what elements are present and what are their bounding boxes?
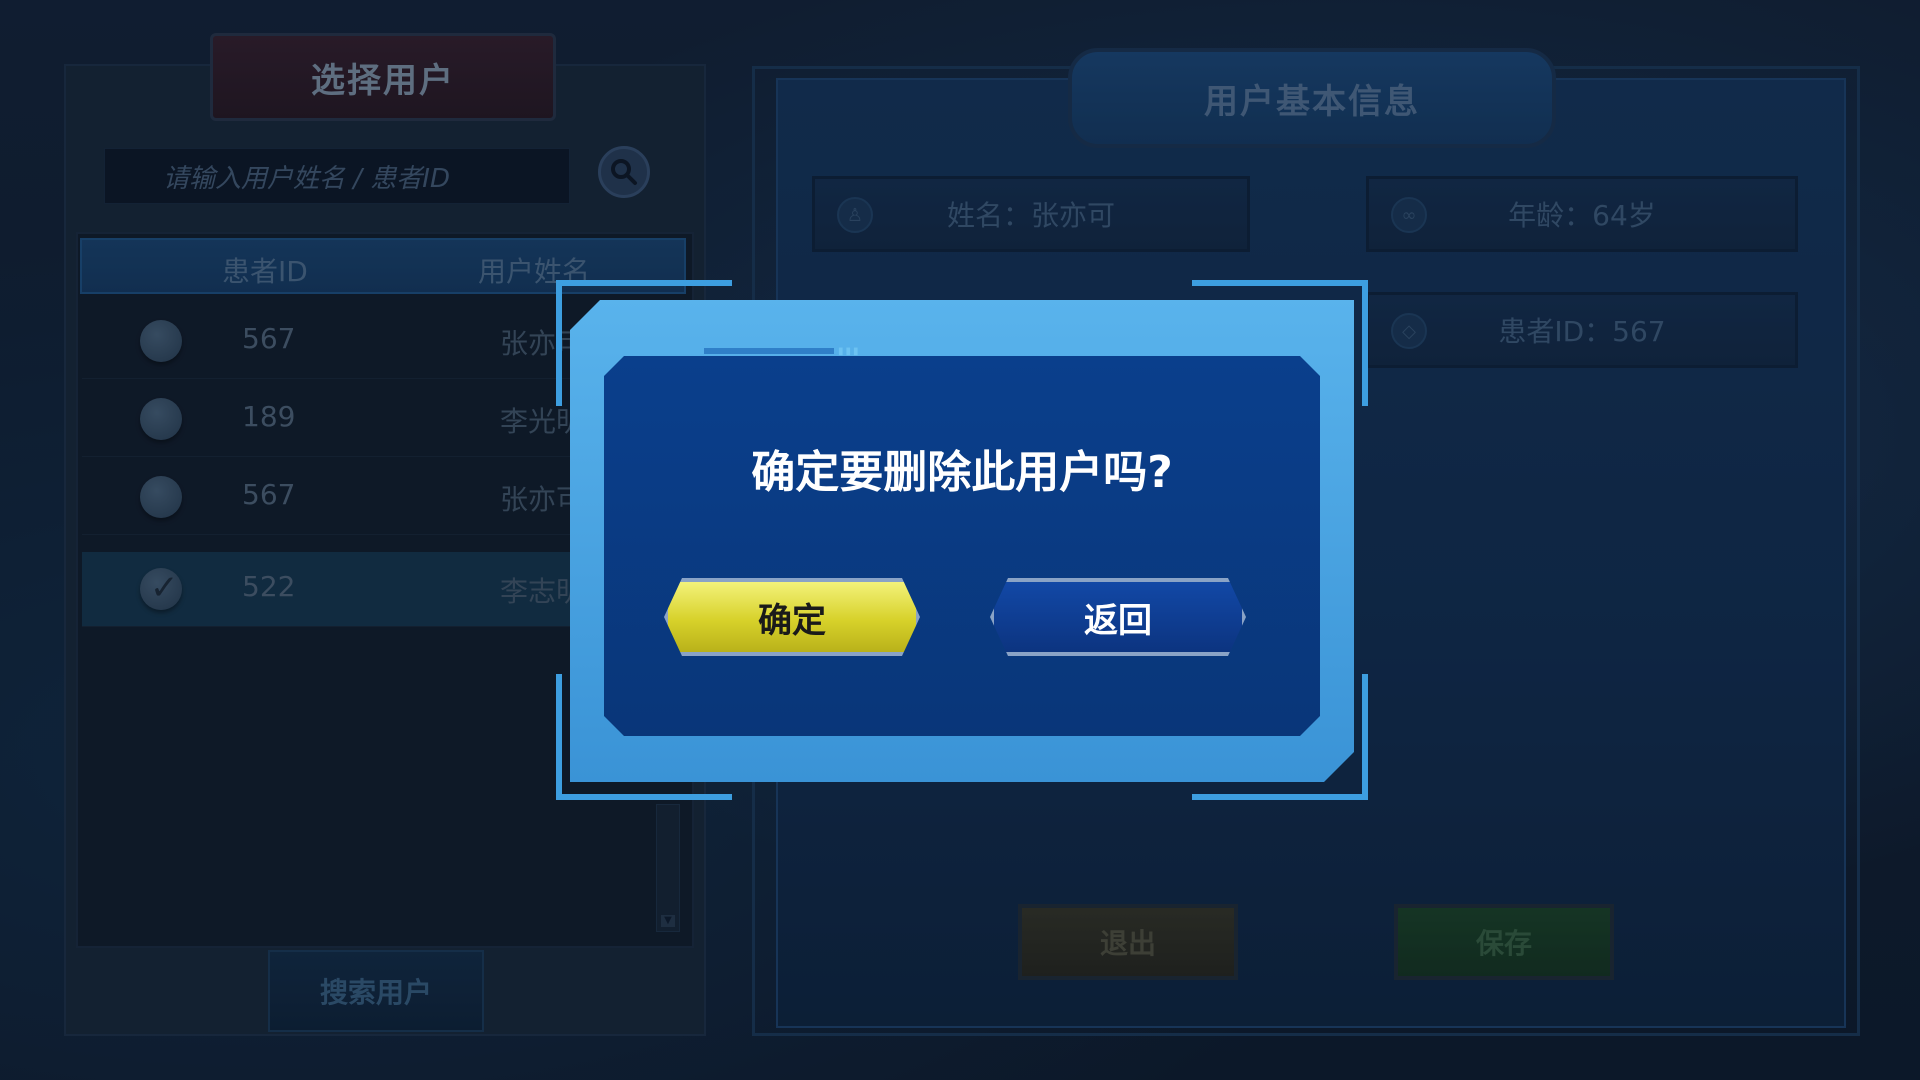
dialog-decor-bar: [704, 348, 834, 354]
dialog-message: 确定要删除此用户吗?: [751, 447, 1173, 498]
delete-confirm-dialog: ▮▮▮ 确定要删除此用户吗? 确定 返回: [556, 280, 1368, 800]
dialog-decor-dots: ▮▮▮: [838, 346, 861, 357]
confirm-button[interactable]: 确定: [664, 578, 920, 656]
back-button[interactable]: 返回: [990, 578, 1246, 656]
dialog-body: [604, 356, 1320, 736]
